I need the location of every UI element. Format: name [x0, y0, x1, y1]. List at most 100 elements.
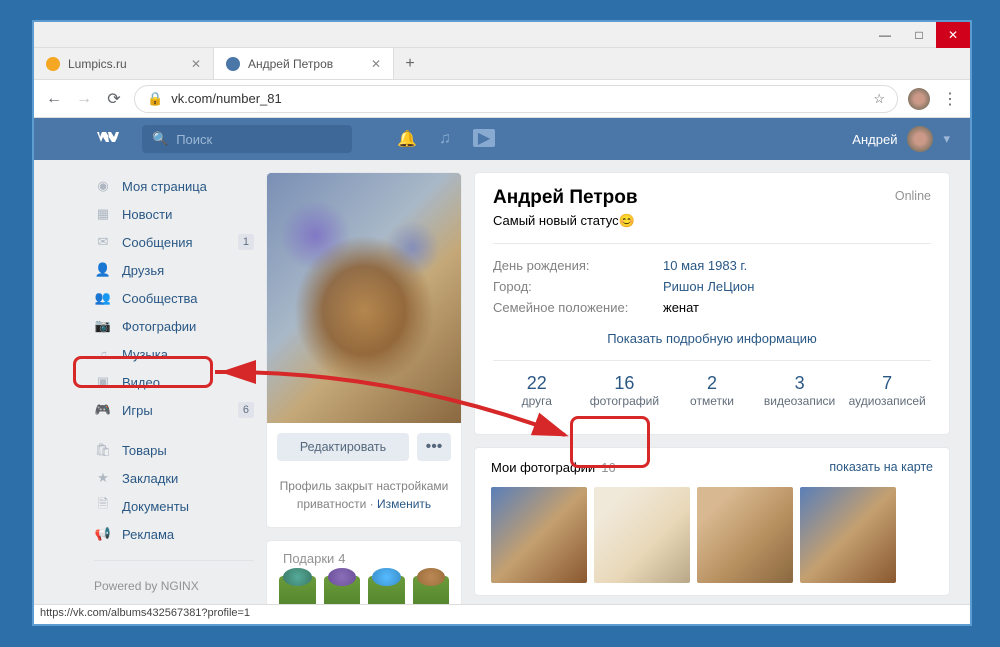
gifts-title: Подарки: [283, 551, 334, 566]
edit-button[interactable]: Редактировать: [277, 433, 409, 461]
play-icon[interactable]: ▶: [473, 129, 495, 147]
badge: 6: [238, 402, 254, 418]
friends-icon: 👤: [94, 262, 112, 278]
tab-strip: Lumpics.ru ✕ Андрей Петров ✕ +: [34, 48, 970, 80]
star-icon: ★: [94, 470, 112, 486]
photo-thumb[interactable]: [594, 487, 690, 583]
address-bar-row: ← → ⟳ 🔒 vk.com/number_81 ☆ ⋮: [34, 80, 970, 118]
info-val[interactable]: Ришон ЛеЦион: [663, 279, 754, 294]
sidebar-item-games[interactable]: 🎮 Игры 6: [94, 396, 254, 424]
profile-header-card: Online Андрей Петров Самый новый статус😊…: [474, 172, 950, 435]
photo-thumb[interactable]: [800, 487, 896, 583]
sidebar-item-bookmarks[interactable]: ★ Закладки: [94, 464, 254, 492]
sidebar-item-label: Новости: [122, 207, 172, 222]
info-val: женат: [663, 300, 699, 315]
sidebar-item-docs[interactable]: 🗎 Документы: [94, 492, 254, 520]
search-input[interactable]: 🔍 Поиск: [142, 125, 352, 153]
back-button[interactable]: ←: [44, 89, 64, 109]
vk-logo-icon[interactable]: [94, 125, 122, 153]
info-key: Семейное положение:: [493, 300, 663, 315]
tab-close-icon[interactable]: ✕: [191, 57, 201, 71]
sidebar-item-label: Закладки: [122, 471, 178, 486]
counter-videos[interactable]: 3видеозаписи: [756, 361, 844, 420]
sidebar-item-label: Моя страница: [122, 179, 207, 194]
powered-by: Powered by NGINX: [94, 575, 254, 598]
more-button[interactable]: •••: [417, 433, 451, 461]
gifts-count: 4: [338, 551, 345, 566]
sidebar-item-music[interactable]: ♫Музыка: [94, 340, 254, 368]
sidebar-item-label: Документы: [122, 499, 189, 514]
header-user[interactable]: Андрей ▾: [852, 126, 950, 152]
page-content: 🔍 Поиск 🔔 ♫ ▶ Андрей ▾ ◉Моя страница ▦ Но…: [34, 118, 970, 624]
header-icons: 🔔 ♫ ▶: [397, 129, 495, 149]
info-val[interactable]: 10 мая 1983 г.: [663, 258, 747, 273]
search-placeholder: Поиск: [176, 132, 212, 147]
games-icon: 🎮: [94, 402, 112, 418]
bookmark-star-icon[interactable]: ☆: [873, 91, 885, 107]
sidebar-item-messages[interactable]: ✉Сообщения1: [94, 228, 254, 256]
tab-label: Lumpics.ru: [68, 57, 127, 71]
window-minimize-button[interactable]: —: [868, 22, 902, 48]
tab-close-icon[interactable]: ✕: [371, 57, 381, 71]
search-icon: 🔍: [152, 131, 168, 147]
window-close-button[interactable]: ✕: [936, 22, 970, 48]
reload-button[interactable]: ⟳: [104, 89, 124, 109]
chevron-down-icon: ▾: [943, 131, 950, 147]
address-bar[interactable]: 🔒 vk.com/number_81 ☆: [134, 85, 898, 113]
sidebar-item-label: Сообщения: [122, 235, 193, 250]
groups-icon: 👥: [94, 290, 112, 306]
profile-main-column: Online Андрей Петров Самый новый статус😊…: [474, 172, 950, 624]
sidebar-item-label: Игры: [122, 403, 153, 418]
sidebar: ◉Моя страница ▦Новости ✉Сообщения1 👤Друз…: [94, 172, 254, 624]
news-icon: ▦: [94, 206, 112, 222]
browser-menu-button[interactable]: ⋮: [940, 89, 960, 109]
privacy-text: Профиль закрыт настройками приватности ·…: [267, 471, 461, 527]
window-maximize-button[interactable]: □: [902, 22, 936, 48]
sidebar-item-label: Музыка: [122, 347, 168, 362]
photos-count: 16: [601, 460, 615, 475]
counter-audio[interactable]: 7аудиозаписей: [843, 361, 931, 420]
counter-photos[interactable]: 16фотографий: [581, 361, 669, 420]
notifications-icon[interactable]: 🔔: [397, 129, 417, 149]
url-text: vk.com/number_81: [171, 91, 282, 106]
message-icon: ✉: [94, 234, 112, 250]
sidebar-item-photos[interactable]: 📷Фотографии: [94, 312, 254, 340]
show-more-link[interactable]: Показать подробную информацию: [493, 331, 931, 346]
browser-profile-avatar[interactable]: [908, 88, 930, 110]
privacy-change-link[interactable]: Изменить: [377, 497, 431, 511]
titlebar: — □ ✕: [34, 22, 970, 48]
sidebar-item-video[interactable]: ▣ Видео: [94, 368, 254, 396]
tab-vk-profile[interactable]: Андрей Петров ✕: [214, 48, 394, 79]
counter-tags[interactable]: 2отметки: [668, 361, 756, 420]
sidebar-item-label: Реклама: [122, 527, 174, 542]
sidebar-item-groups[interactable]: 👥Сообщества: [94, 284, 254, 312]
tab-lumpics[interactable]: Lumpics.ru ✕: [34, 48, 214, 79]
photo-thumb[interactable]: [697, 487, 793, 583]
forward-button[interactable]: →: [74, 89, 94, 109]
sidebar-item-friends[interactable]: 👤Друзья: [94, 256, 254, 284]
show-on-map-link[interactable]: показать на карте: [829, 460, 933, 475]
camera-icon: 📷: [94, 318, 112, 334]
doc-icon: 🗎: [94, 495, 112, 517]
sidebar-item-my-page[interactable]: ◉Моя страница: [94, 172, 254, 200]
photo-thumb[interactable]: [491, 487, 587, 583]
info-key: Город:: [493, 279, 663, 294]
favicon-icon: [46, 57, 60, 71]
music-icon[interactable]: ♫: [435, 129, 455, 149]
sidebar-item-ads[interactable]: 📢Реклама: [94, 520, 254, 548]
photos-card: Мои фотографии 16 показать на карте: [474, 447, 950, 596]
new-tab-button[interactable]: +: [394, 48, 426, 79]
sidebar-item-market[interactable]: 🛍Товары: [94, 436, 254, 464]
info-key: День рождения:: [493, 258, 663, 273]
sidebar-item-news[interactable]: ▦ Новости: [94, 200, 254, 228]
profile-photo[interactable]: [267, 173, 461, 423]
tab-label: Андрей Петров: [248, 57, 333, 71]
counter-friends[interactable]: 22друга: [493, 361, 581, 420]
sidebar-item-label: Видео: [122, 375, 160, 390]
profile-photo-card: Редактировать ••• Профиль закрыт настрой…: [266, 172, 462, 528]
header-username: Андрей: [852, 132, 897, 147]
lock-icon: 🔒: [147, 91, 163, 107]
page-layout: ◉Моя страница ▦Новости ✉Сообщения1 👤Друз…: [34, 160, 970, 624]
video-icon: ▣: [94, 374, 112, 390]
profile-status[interactable]: Самый новый статус😊: [493, 213, 931, 229]
